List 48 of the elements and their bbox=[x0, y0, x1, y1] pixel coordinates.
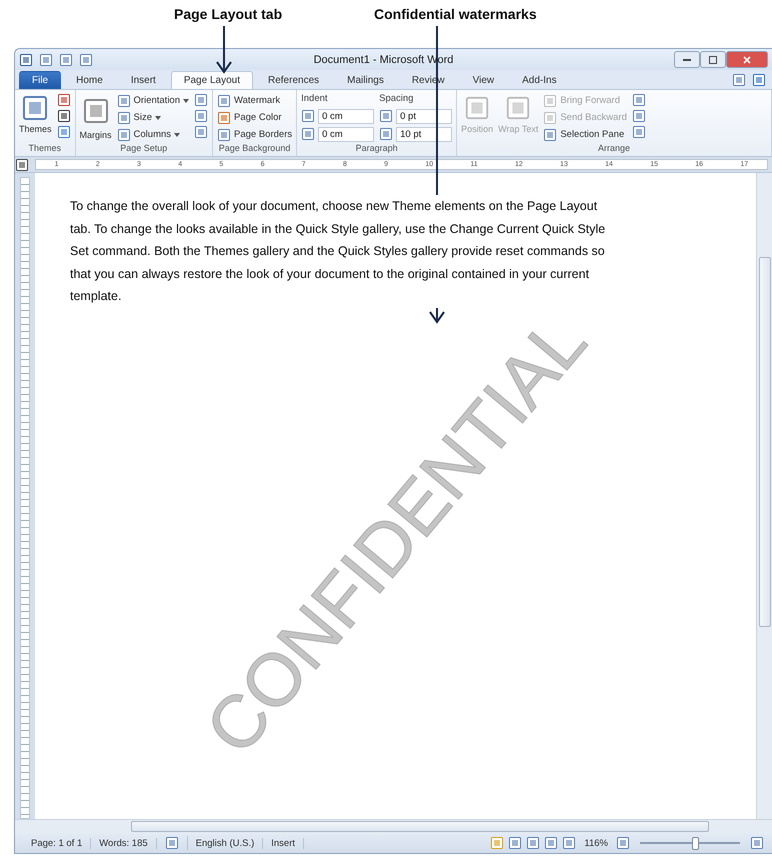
language-button[interactable]: English (U.S.) bbox=[188, 838, 264, 848]
group-title: Page Setup bbox=[119, 143, 168, 155]
group-title: Paragraph bbox=[354, 143, 399, 155]
group-label: Spacing bbox=[379, 93, 414, 106]
ribbon-tab[interactable]: Insert bbox=[118, 71, 169, 89]
insert-mode-button[interactable]: Insert bbox=[263, 838, 304, 848]
spin-field[interactable]: 0 cm bbox=[318, 108, 374, 124]
annotation-label: Page Layout tab bbox=[174, 6, 282, 22]
group-title: Themes bbox=[28, 143, 62, 155]
close-button[interactable] bbox=[726, 51, 768, 68]
vertical-scrollbar[interactable] bbox=[756, 173, 772, 819]
caret-icon bbox=[155, 116, 162, 120]
ribbon-tab[interactable]: File bbox=[19, 71, 62, 89]
ribbon-button[interactable]: Watermark bbox=[217, 93, 292, 108]
ribbon-dropdown[interactable]: Columns bbox=[116, 127, 190, 142]
group-label: Indent bbox=[301, 93, 329, 106]
ribbon-tab[interactable]: Mailings bbox=[334, 71, 397, 89]
zoom-thumb[interactable] bbox=[692, 836, 699, 850]
status-text: Words: 185 bbox=[91, 838, 157, 848]
spin-field[interactable]: 0 pt bbox=[396, 108, 452, 124]
horizontal-scrollbar[interactable] bbox=[15, 819, 772, 833]
ribbon-dropdown[interactable]: Size bbox=[116, 110, 190, 125]
ribbon-tab[interactable]: Page Layout bbox=[170, 71, 253, 89]
annotation-label: Confidential watermarks bbox=[374, 6, 537, 22]
zoom-level: 116% bbox=[583, 838, 609, 848]
close-icon bbox=[743, 56, 751, 64]
group-title: Arrange bbox=[597, 143, 632, 155]
ribbon-button[interactable]: Selection Pane bbox=[543, 127, 627, 142]
annotation-arrow bbox=[216, 26, 232, 74]
group-title: Page Background bbox=[218, 143, 292, 155]
maximize-button[interactable] bbox=[700, 51, 726, 68]
ribbon-tab[interactable]: References bbox=[255, 71, 332, 89]
ribbon-tab[interactable]: Home bbox=[63, 71, 116, 89]
themes-button[interactable]: Themes bbox=[19, 92, 52, 143]
spin-field[interactable]: 10 pt bbox=[396, 126, 452, 142]
minimize-button[interactable] bbox=[674, 51, 700, 68]
maximize-icon bbox=[709, 56, 717, 64]
minimize-icon bbox=[683, 58, 691, 60]
status-text: Page: 1 of 1 bbox=[23, 838, 92, 848]
margins-button[interactable]: Margins bbox=[80, 92, 112, 143]
caret-icon bbox=[183, 98, 190, 102]
caret-icon bbox=[174, 132, 180, 136]
ribbon-button[interactable]: Page Borders bbox=[217, 127, 292, 142]
ribbon-tab[interactable]: View bbox=[460, 71, 508, 89]
spin-field[interactable]: 0 cm bbox=[318, 126, 374, 142]
ribbon-button[interactable]: Page Color bbox=[217, 110, 292, 125]
ribbon-dropdown[interactable]: Orientation bbox=[116, 93, 190, 108]
ribbon-tab[interactable]: Add-Ins bbox=[509, 71, 570, 89]
